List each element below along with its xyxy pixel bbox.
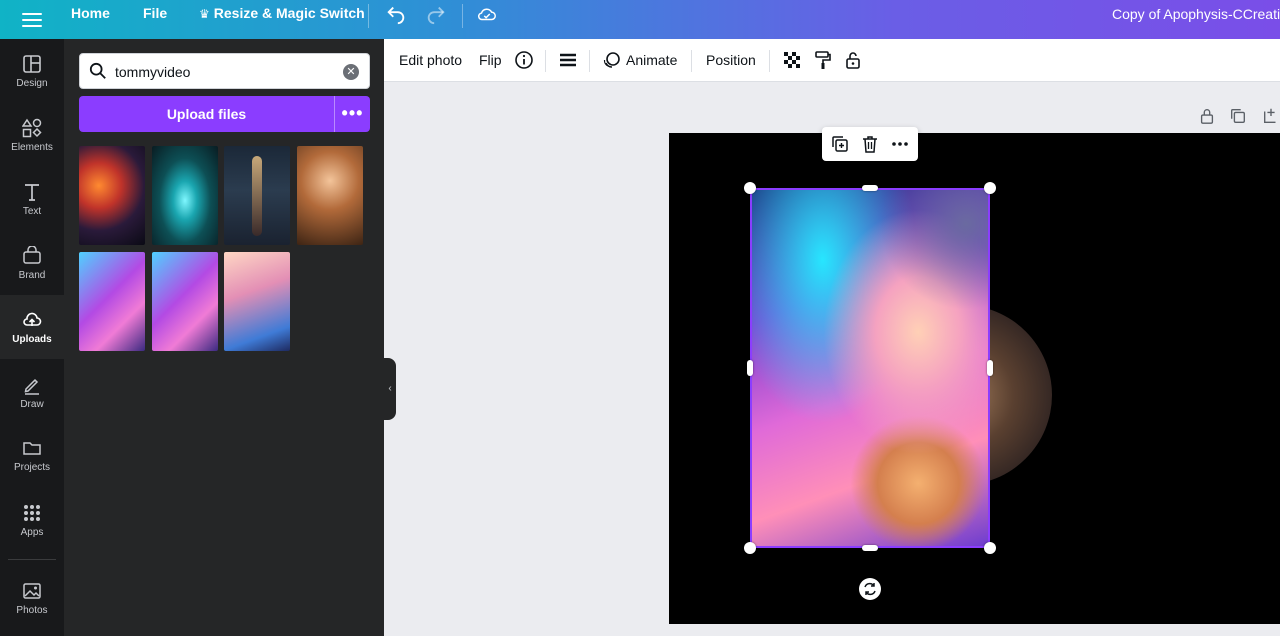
- search-input[interactable]: [115, 62, 335, 82]
- file-menu-button[interactable]: File: [143, 0, 167, 39]
- animate-icon[interactable]: [602, 50, 622, 70]
- rail-label: Draw: [20, 398, 44, 410]
- divider: [8, 559, 56, 560]
- search-box: ✕: [79, 53, 370, 89]
- rotate-icon: [864, 582, 876, 596]
- border-style-icon[interactable]: [558, 50, 578, 70]
- pen-icon: [24, 378, 39, 395]
- undo-icon[interactable]: [385, 3, 407, 25]
- rail-item-elements[interactable]: Elements: [0, 103, 64, 167]
- upload-files-button[interactable]: Upload files •••: [79, 96, 370, 132]
- resize-handle[interactable]: [744, 182, 756, 194]
- transparency-icon[interactable]: [782, 50, 802, 70]
- resize-handle[interactable]: [747, 360, 753, 376]
- document-title[interactable]: Copy of Apophysis-CCreatio: [1112, 0, 1280, 28]
- resize-handle[interactable]: [862, 545, 878, 551]
- more-options-button[interactable]: •••: [335, 96, 370, 132]
- crown-icon: ♛: [199, 7, 210, 21]
- redo-icon[interactable]: [425, 3, 447, 25]
- home-button[interactable]: Home: [71, 0, 110, 39]
- layout-icon: [23, 54, 41, 73]
- rail-label: Elements: [11, 141, 53, 153]
- duplicate-page-icon[interactable]: [1229, 107, 1247, 125]
- top-bar: Home File ♛ Resize & Magic Switch Copy of…: [0, 0, 1280, 39]
- rail-item-draw[interactable]: Draw: [0, 360, 64, 424]
- search-icon: [89, 62, 106, 79]
- resize-handle[interactable]: [744, 542, 756, 554]
- divider: [769, 50, 770, 72]
- add-page-icon[interactable]: [1262, 107, 1280, 125]
- clear-search-icon[interactable]: ✕: [343, 64, 359, 80]
- grid-icon: [24, 504, 40, 521]
- uploads-panel: ✕ Upload files •••: [64, 39, 384, 636]
- shapes-icon: [22, 118, 42, 137]
- page-lock-icon[interactable]: [1198, 107, 1216, 125]
- rail-label: Design: [16, 77, 48, 89]
- rail-item-brand[interactable]: Brand: [0, 231, 64, 295]
- upload-thumbnail[interactable]: [224, 146, 290, 245]
- brand-icon: [23, 245, 41, 264]
- rail-item-apps[interactable]: Apps: [0, 488, 64, 552]
- collapse-panel-button[interactable]: ‹: [384, 358, 396, 420]
- upload-thumbnail[interactable]: [79, 252, 145, 351]
- divider: [691, 50, 692, 72]
- flip-button[interactable]: Flip: [479, 39, 502, 82]
- position-button[interactable]: Position: [706, 39, 756, 82]
- rail-label: Text: [22, 205, 42, 217]
- resize-handle[interactable]: [984, 182, 996, 194]
- info-icon[interactable]: [514, 50, 534, 70]
- divider: [589, 50, 590, 72]
- upload-thumbnail[interactable]: [297, 146, 363, 245]
- left-rail: Design Elements Text Brand Uploads Draw …: [0, 39, 64, 636]
- animate-button[interactable]: Animate: [626, 39, 677, 82]
- cloud-upload-icon: [23, 312, 42, 326]
- lock-icon[interactable]: [843, 50, 863, 70]
- paint-roller-icon[interactable]: [813, 50, 833, 70]
- trash-icon[interactable]: [860, 134, 880, 154]
- resize-label: Resize & Magic Switch: [213, 5, 365, 21]
- more-icon[interactable]: [890, 134, 910, 154]
- upload-thumbnail[interactable]: [152, 146, 218, 245]
- rotate-handle[interactable]: [859, 578, 881, 600]
- rail-label: Projects: [13, 461, 51, 473]
- folder-icon: [23, 441, 41, 455]
- rail-item-design[interactable]: Design: [0, 39, 64, 103]
- rail-item-photos[interactable]: Photos: [0, 566, 64, 630]
- upload-thumbnail[interactable]: [224, 252, 290, 351]
- resize-handle[interactable]: [984, 542, 996, 554]
- cloud-saved-icon[interactable]: [476, 3, 498, 25]
- divider: [462, 4, 463, 28]
- menu-icon[interactable]: [22, 9, 42, 29]
- upload-thumbnail[interactable]: [152, 252, 218, 351]
- upload-files-label: Upload files: [166, 106, 247, 122]
- rail-label: Photos: [16, 604, 48, 616]
- edit-photo-button[interactable]: Edit photo: [399, 39, 462, 82]
- rail-item-projects[interactable]: Projects: [0, 423, 64, 487]
- resize-handle[interactable]: [987, 360, 993, 376]
- rail-item-uploads[interactable]: Uploads: [0, 295, 64, 359]
- rail-item-text[interactable]: Text: [0, 167, 64, 231]
- rail-label: Uploads: [12, 333, 52, 345]
- divider: [368, 4, 369, 28]
- divider: [545, 50, 546, 72]
- text-icon: [25, 183, 39, 201]
- context-toolbar: Edit photo Flip Animate Position: [384, 39, 1280, 82]
- rail-label: Apps: [20, 526, 44, 538]
- resize-button[interactable]: ♛ Resize & Magic Switch: [199, 0, 365, 39]
- element-quick-menu: [822, 127, 918, 161]
- upload-thumbnail[interactable]: [79, 146, 145, 245]
- rail-label: Brand: [18, 269, 46, 281]
- image-icon: [23, 582, 41, 599]
- duplicate-icon[interactable]: [830, 134, 850, 154]
- resize-handle[interactable]: [862, 185, 878, 191]
- selection-box: [750, 188, 990, 548]
